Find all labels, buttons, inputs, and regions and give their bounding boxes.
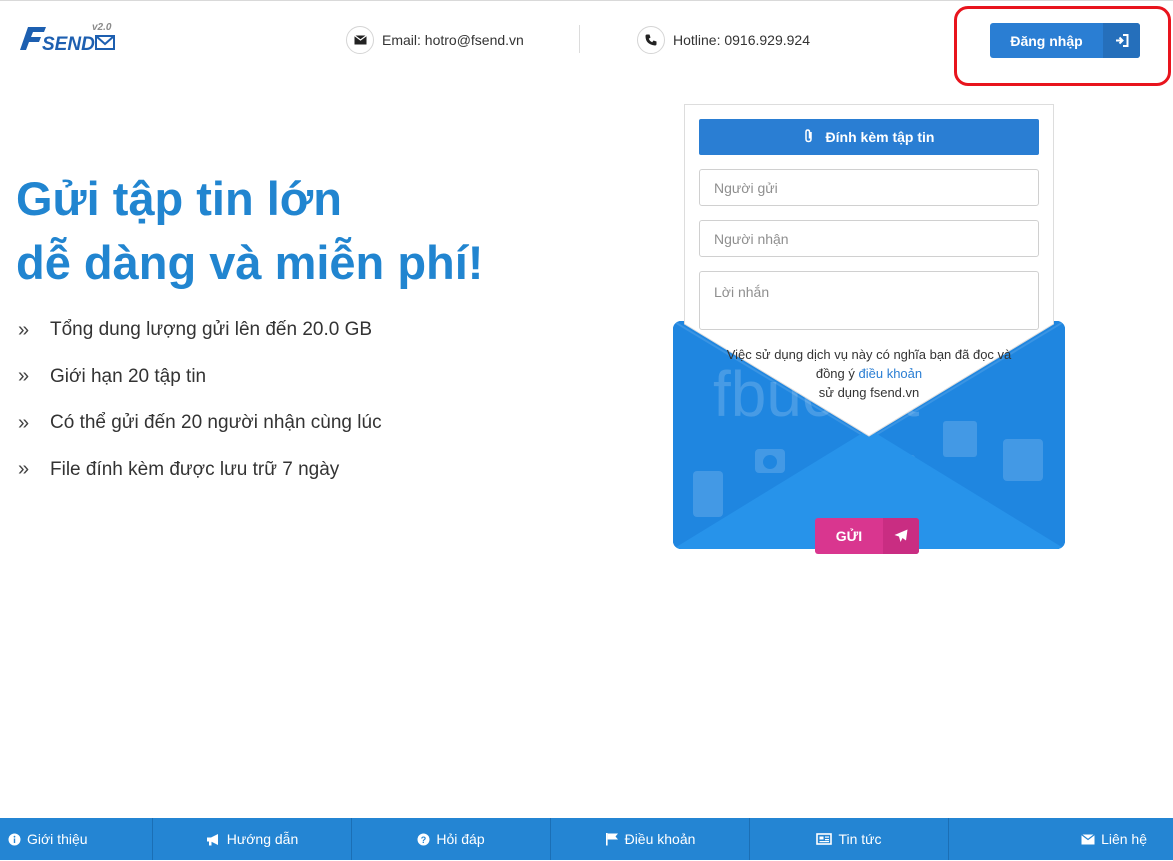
footer-label: Hỏi đáp xyxy=(436,831,485,847)
login-button[interactable]: Đăng nhập xyxy=(990,23,1140,58)
feature-text: Giới hạn 20 tập tin xyxy=(50,365,207,387)
feature-text: Tổng dung lượng gửi lên đến 20.0 GB xyxy=(50,319,373,341)
hero-title: Gửi tập tin lớn dễ dàng và miễn phí! xyxy=(16,167,483,295)
envelope-icon xyxy=(346,26,374,54)
footer-nav: Giới thiệu Hướng dẫn ? Hỏi đáp Điều khoả… xyxy=(0,818,1173,860)
email-text: Email: hotro@fsend.vn xyxy=(382,32,524,48)
attach-file-button[interactable]: Đính kèm tập tin xyxy=(699,119,1039,155)
header-divider xyxy=(579,25,580,53)
fsend-logo[interactable]: SEND v2.0 xyxy=(16,19,120,59)
terms-link[interactable]: điều khoản xyxy=(859,366,923,381)
footer-label: Điều khoản xyxy=(624,831,696,847)
sign-in-icon xyxy=(1103,23,1140,58)
feature-text: File đính kèm được lưu trữ 7 ngày xyxy=(50,458,340,480)
double-chevron-icon: » xyxy=(18,365,30,388)
feature-item: » File đính kèm được lưu trữ 7 ngày xyxy=(18,447,382,494)
double-chevron-icon: » xyxy=(18,411,30,434)
double-chevron-icon: » xyxy=(18,318,30,341)
footer-label: Hướng dẫn xyxy=(226,831,299,847)
terms-notice: Việc sử dụng dịch vụ này có nghĩa bạn đã… xyxy=(720,345,1018,402)
paper-plane-icon xyxy=(883,518,919,554)
footer-item-contact[interactable]: Liên hệ xyxy=(949,818,1173,860)
feature-item: » Có thể gửi đến 20 người nhận cùng lúc xyxy=(18,400,382,447)
footer-item-faq[interactable]: ? Hỏi đáp xyxy=(352,818,551,860)
newspaper-icon xyxy=(816,833,833,845)
sender-input[interactable] xyxy=(699,169,1039,206)
feature-item: » Tổng dung lượng gửi lên đến 20.0 GB xyxy=(18,307,382,354)
recipient-input[interactable] xyxy=(699,220,1039,257)
terms-suffix: sử dụng fsend.vn xyxy=(818,385,920,400)
megaphone-icon xyxy=(206,833,218,845)
paperclip-icon xyxy=(804,128,814,146)
question-icon: ? xyxy=(417,833,430,845)
feature-item: » Giới hạn 20 tập tin xyxy=(18,354,382,401)
send-button[interactable]: GỬI xyxy=(815,518,919,554)
phone-icon xyxy=(637,26,665,54)
login-label: Đăng nhập xyxy=(1010,32,1083,49)
flag-icon xyxy=(605,833,618,846)
footer-item-news[interactable]: Tin tức xyxy=(750,818,949,860)
send-label: GỬI xyxy=(835,528,863,544)
footer-label: Giới thiệu xyxy=(27,831,88,847)
svg-text:?: ? xyxy=(421,835,427,845)
message-textarea[interactable] xyxy=(699,271,1039,330)
footer-item-guide[interactable]: Hướng dẫn xyxy=(153,818,352,860)
contact-email: Email: hotro@fsend.vn xyxy=(346,26,524,54)
contact-hotline: Hotline: 0916.929.924 xyxy=(637,26,810,54)
hero-title-line2: dễ dàng và miễn phí! xyxy=(16,236,484,289)
feature-text: Có thể gửi đến 20 người nhận cùng lúc xyxy=(50,412,382,434)
hero-title-line1: Gửi tập tin lớn xyxy=(16,172,342,225)
logo-version: v2.0 xyxy=(92,22,112,33)
hotline-text: Hotline: 0916.929.924 xyxy=(673,32,810,48)
footer-label: Tin tức xyxy=(838,831,882,847)
page: SEND v2.0 Email: hotro@fsend.vn Hotline:… xyxy=(0,0,1173,861)
double-chevron-icon: » xyxy=(18,458,30,481)
feature-list: » Tổng dung lượng gửi lên đến 20.0 GB » Gi… xyxy=(18,307,382,493)
attach-file-label: Đính kèm tập tin xyxy=(825,129,935,145)
envelope-icon xyxy=(1081,833,1095,844)
footer-item-terms[interactable]: Điều khoản xyxy=(551,818,750,860)
footer-item-intro[interactable]: Giới thiệu xyxy=(0,818,153,860)
footer-label: Liên hệ xyxy=(1101,831,1147,847)
svg-text:SEND: SEND xyxy=(42,34,95,55)
info-icon xyxy=(8,833,21,845)
